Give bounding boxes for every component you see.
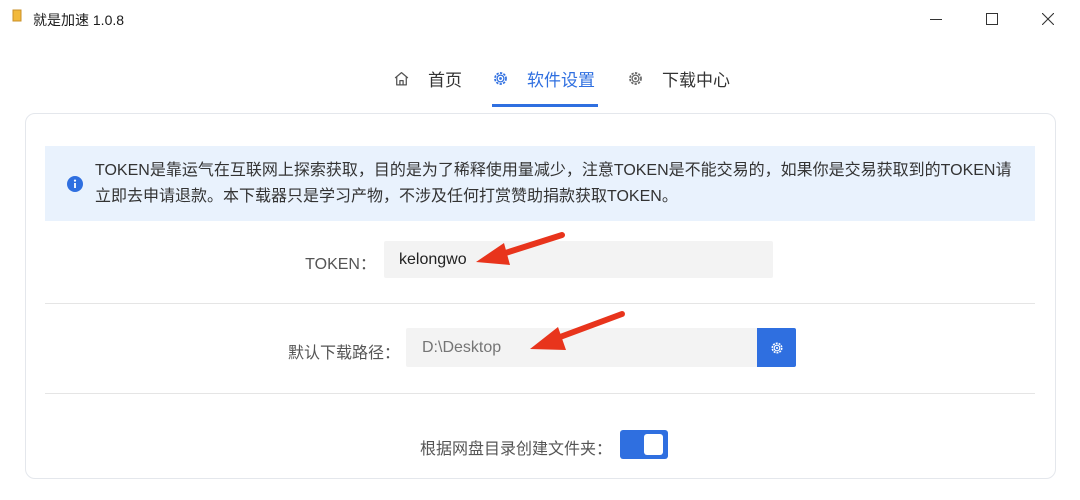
annotation-arrow [476, 232, 565, 265]
close-icon [1042, 13, 1054, 25]
gear-icon [629, 72, 642, 85]
close-button[interactable] [1018, 0, 1078, 38]
title-bar: 就是加速 1.0.8 [0, 0, 1080, 38]
maximize-button[interactable] [962, 0, 1022, 38]
alert-message: TOKEN是靠运气在互联网上探索获取，目的是为了稀释使用量减少，注意TOKEN是… [95, 162, 1012, 205]
choose-path-button[interactable] [757, 328, 796, 367]
gear-icon [770, 341, 783, 354]
toggle-knob [644, 434, 663, 455]
window-title: 就是加速 1.0.8 [33, 12, 125, 28]
download-path-label: 默认下载路径： [287, 345, 400, 362]
divider [45, 393, 1035, 394]
tab-download-center-label: 下载中心 [662, 71, 730, 90]
token-input[interactable] [384, 241, 773, 278]
token-label: TOKEN： [305, 256, 376, 273]
tab-download-center[interactable]: 下载中心 [627, 50, 730, 107]
create-folder-toggle[interactable] [620, 430, 668, 459]
maximize-icon [986, 13, 998, 25]
tab-home[interactable]: 首页 [393, 50, 462, 107]
divider [45, 303, 1035, 304]
minimize-button[interactable] [906, 0, 966, 38]
info-alert: TOKEN是靠运气在互联网上探索获取，目的是为了稀释使用量减少，注意TOKEN是… [45, 146, 1035, 221]
gear-icon [494, 72, 507, 85]
home-icon [394, 72, 409, 86]
active-tab-indicator [492, 104, 598, 107]
tab-bar: 首页 软件设置 下载中心 [0, 50, 1080, 108]
create-folder-label: 根据网盘目录创建文件夹： [419, 441, 612, 458]
annotation-arrow [530, 311, 625, 350]
tab-settings-label: 软件设置 [527, 71, 595, 90]
minimize-icon [930, 19, 942, 20]
app-icon [12, 9, 22, 22]
tab-home-label: 首页 [428, 71, 462, 90]
info-icon [67, 176, 83, 192]
tab-settings[interactable]: 软件设置 [492, 50, 595, 107]
